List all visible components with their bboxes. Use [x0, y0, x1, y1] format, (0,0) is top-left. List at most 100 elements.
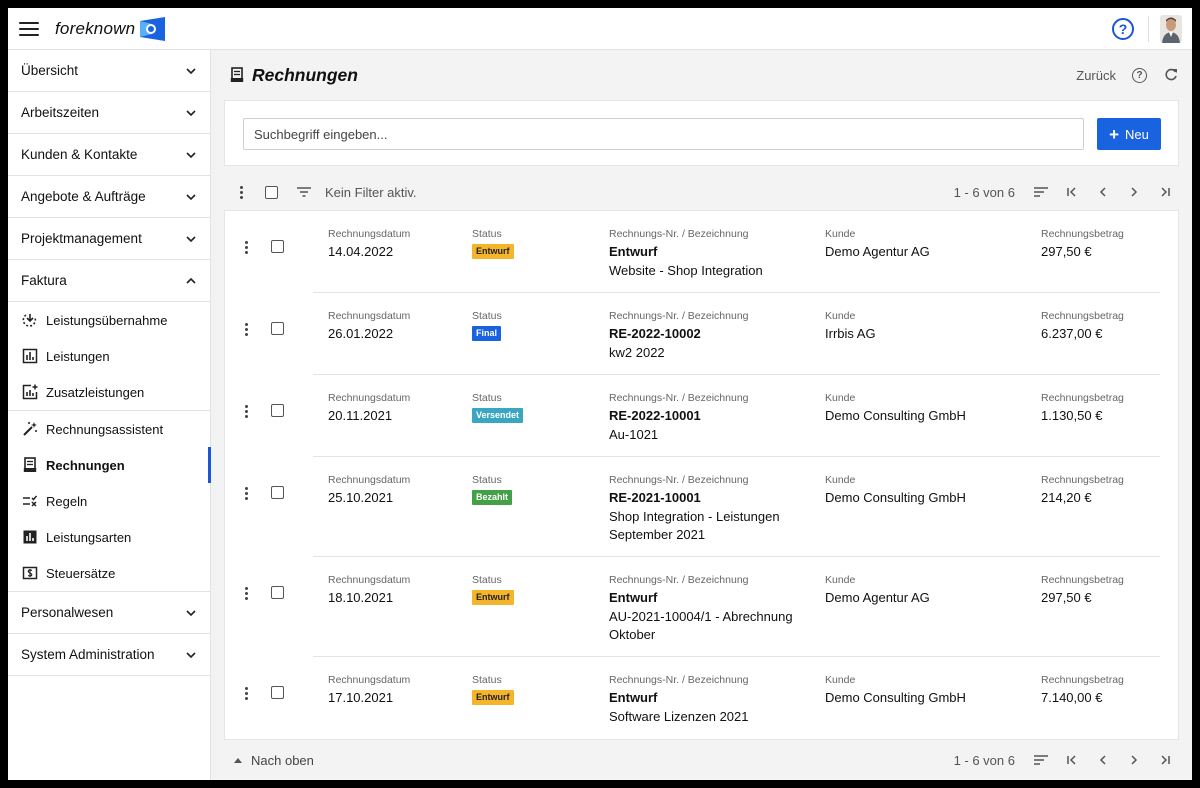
table-row[interactable]: Rechnungsdatum 26.01.2022 Status Final Rechn… — [225, 293, 1178, 375]
sort-icon[interactable] — [1033, 184, 1049, 200]
sidebar-item-label: Rechnungsassistent — [46, 421, 164, 437]
sidebar-item-label: Leistungsübernahme — [46, 312, 168, 328]
row-options-icon[interactable] — [241, 239, 251, 255]
sidebar-section[interactable]: Arbeitszeiten — [8, 92, 210, 134]
amount-cell: Rechnungsbetrag 297,50 € — [1041, 574, 1124, 607]
row-checkbox[interactable] — [271, 322, 284, 335]
sidebar-section[interactable]: Übersicht — [8, 50, 210, 92]
sidebar-item-label: Zusatzleistungen — [46, 384, 145, 400]
chart-plus-icon — [22, 384, 38, 400]
sidebar-section[interactable]: Projektmanagement — [8, 218, 210, 260]
help-icon[interactable]: ? — [1132, 67, 1147, 83]
sidebar-item-import[interactable]: Leistungsübernahme — [8, 302, 210, 338]
column-label: Status — [472, 310, 502, 322]
status-badge: Entwurf — [472, 590, 514, 605]
column-label: Status — [472, 474, 502, 486]
sidebar-section-label: Übersicht — [21, 63, 79, 78]
column-label: Rechnungsdatum — [328, 674, 411, 686]
result-count: 1 - 6 von 6 — [953, 184, 1015, 200]
invoice-date: 25.10.2021 — [328, 490, 394, 505]
prev-page-icon[interactable] — [1095, 752, 1111, 768]
status-cell: Status Entwurf — [472, 574, 514, 605]
status-cell: Status Versendet — [472, 392, 524, 423]
sidebar-section-label: Angebote & Aufträge — [21, 189, 146, 204]
row-options-icon[interactable] — [241, 485, 251, 501]
sidebar-item-magic-wand[interactable]: Rechnungsassistent — [8, 411, 210, 447]
top-bar: foreknown ? — [8, 8, 1192, 50]
next-page-icon[interactable] — [1126, 752, 1142, 768]
customer-name: Demo Agentur AG — [825, 244, 930, 259]
table-row[interactable]: Rechnungsdatum 25.10.2021 Status Bezahlt Rec… — [225, 457, 1178, 557]
table-row[interactable]: Rechnungsdatum 20.11.2021 Status Versendet R… — [225, 375, 1178, 457]
sidebar-item-rules[interactable]: Regeln — [8, 483, 210, 519]
more-options-icon[interactable] — [236, 184, 246, 200]
invoice-description: Shop Integration - Leistungen September … — [609, 509, 780, 542]
column-label: Kunde — [825, 392, 856, 404]
table-row[interactable]: Rechnungsdatum 17.10.2021 Status Entwurf Rec… — [225, 657, 1178, 741]
search-input[interactable] — [243, 118, 1084, 150]
invoice-number[interactable]: Entwurf — [609, 689, 809, 707]
first-page-icon[interactable] — [1064, 752, 1080, 768]
invoice-number[interactable]: RE-2021-10001 — [609, 489, 809, 507]
invoice-number[interactable]: RE-2022-10001 — [609, 407, 809, 425]
sidebar-item-receipt[interactable]: Rechnungen — [8, 447, 211, 483]
chevron-down-icon — [186, 235, 196, 242]
sidebar-item-tax[interactable]: Steuersätze — [8, 555, 210, 591]
row-checkbox[interactable] — [271, 240, 284, 253]
chevron-down-icon — [186, 193, 196, 200]
invoice-number[interactable]: RE-2022-10002 — [609, 325, 809, 343]
last-page-icon[interactable] — [1157, 752, 1173, 768]
back-button[interactable]: Zurück — [1076, 68, 1116, 83]
invoice-number[interactable]: Entwurf — [609, 589, 809, 607]
avatar[interactable] — [1160, 15, 1182, 43]
row-options-icon[interactable] — [241, 685, 251, 701]
sidebar-section[interactable]: System Administration — [8, 634, 210, 676]
top-right-actions: ? — [1112, 8, 1182, 50]
brand[interactable]: foreknown — [55, 16, 168, 42]
column-label: Kunde — [825, 310, 856, 322]
column-label: Rechnungsdatum — [328, 310, 411, 322]
customer-name: Demo Consulting GmbH — [825, 490, 966, 505]
table-row[interactable]: Rechnungsdatum 18.10.2021 Status Entwurf Rec… — [225, 557, 1178, 657]
row-checkbox[interactable] — [271, 686, 284, 699]
row-options-icon[interactable] — [241, 585, 251, 601]
row-checkbox[interactable] — [271, 486, 284, 499]
table-row[interactable]: Rechnungsdatum 14.04.2022 Status Entwurf Rec… — [225, 211, 1178, 293]
prev-page-icon[interactable] — [1095, 184, 1111, 200]
invoice-date: 18.10.2021 — [328, 590, 394, 605]
pagination: 1 - 6 von 6 — [954, 174, 1173, 210]
select-all-checkbox[interactable] — [265, 185, 278, 199]
arrow-up-icon — [234, 757, 242, 763]
next-page-icon[interactable] — [1126, 184, 1142, 200]
menu-icon[interactable] — [19, 21, 41, 37]
date-cell: Rechnungsdatum 20.11.2021 — [328, 392, 410, 425]
invoice-amount: 214,20 € — [1041, 490, 1092, 505]
help-icon[interactable]: ? — [1112, 18, 1134, 40]
row-options-icon[interactable] — [241, 403, 251, 419]
filter-icon[interactable] — [297, 186, 311, 198]
customer-cell: Kunde Irrbis AG — [825, 310, 876, 343]
sidebar-section[interactable]: Angebote & Aufträge — [8, 176, 210, 218]
sidebar-item-chart-plus[interactable]: Zusatzleistungen — [8, 374, 210, 410]
sidebar-item-chart[interactable]: Leistungen — [8, 338, 210, 374]
first-page-icon[interactable] — [1064, 184, 1080, 200]
last-page-icon[interactable] — [1157, 184, 1173, 200]
refresh-icon[interactable] — [1164, 68, 1178, 82]
sidebar-section[interactable]: Personalwesen — [8, 592, 210, 634]
invoice-description: AU-2021-10004/1 - Abrechnung Oktober — [609, 609, 793, 642]
new-invoice-button[interactable]: + Neu — [1097, 118, 1161, 150]
row-checkbox[interactable] — [271, 404, 284, 417]
status-badge: Entwurf — [472, 690, 514, 705]
invoice-number[interactable]: Entwurf — [609, 243, 809, 261]
row-options-icon[interactable] — [241, 321, 251, 337]
sidebar-section-faktura[interactable]: Faktura — [8, 260, 210, 302]
row-checkbox[interactable] — [271, 586, 284, 599]
sidebar-section-label: Arbeitszeiten — [21, 105, 100, 120]
sidebar-section-label: Faktura — [21, 273, 67, 288]
column-label: Rechnungsbetrag — [1041, 474, 1124, 486]
sort-icon[interactable] — [1033, 752, 1049, 768]
header-actions: Zurück ? — [1076, 50, 1178, 100]
sidebar-section[interactable]: Kunden & Kontakte — [8, 134, 210, 176]
scroll-top-button[interactable]: Nach oben — [234, 753, 314, 768]
sidebar-item-bar-chart[interactable]: Leistungsarten — [8, 519, 210, 555]
